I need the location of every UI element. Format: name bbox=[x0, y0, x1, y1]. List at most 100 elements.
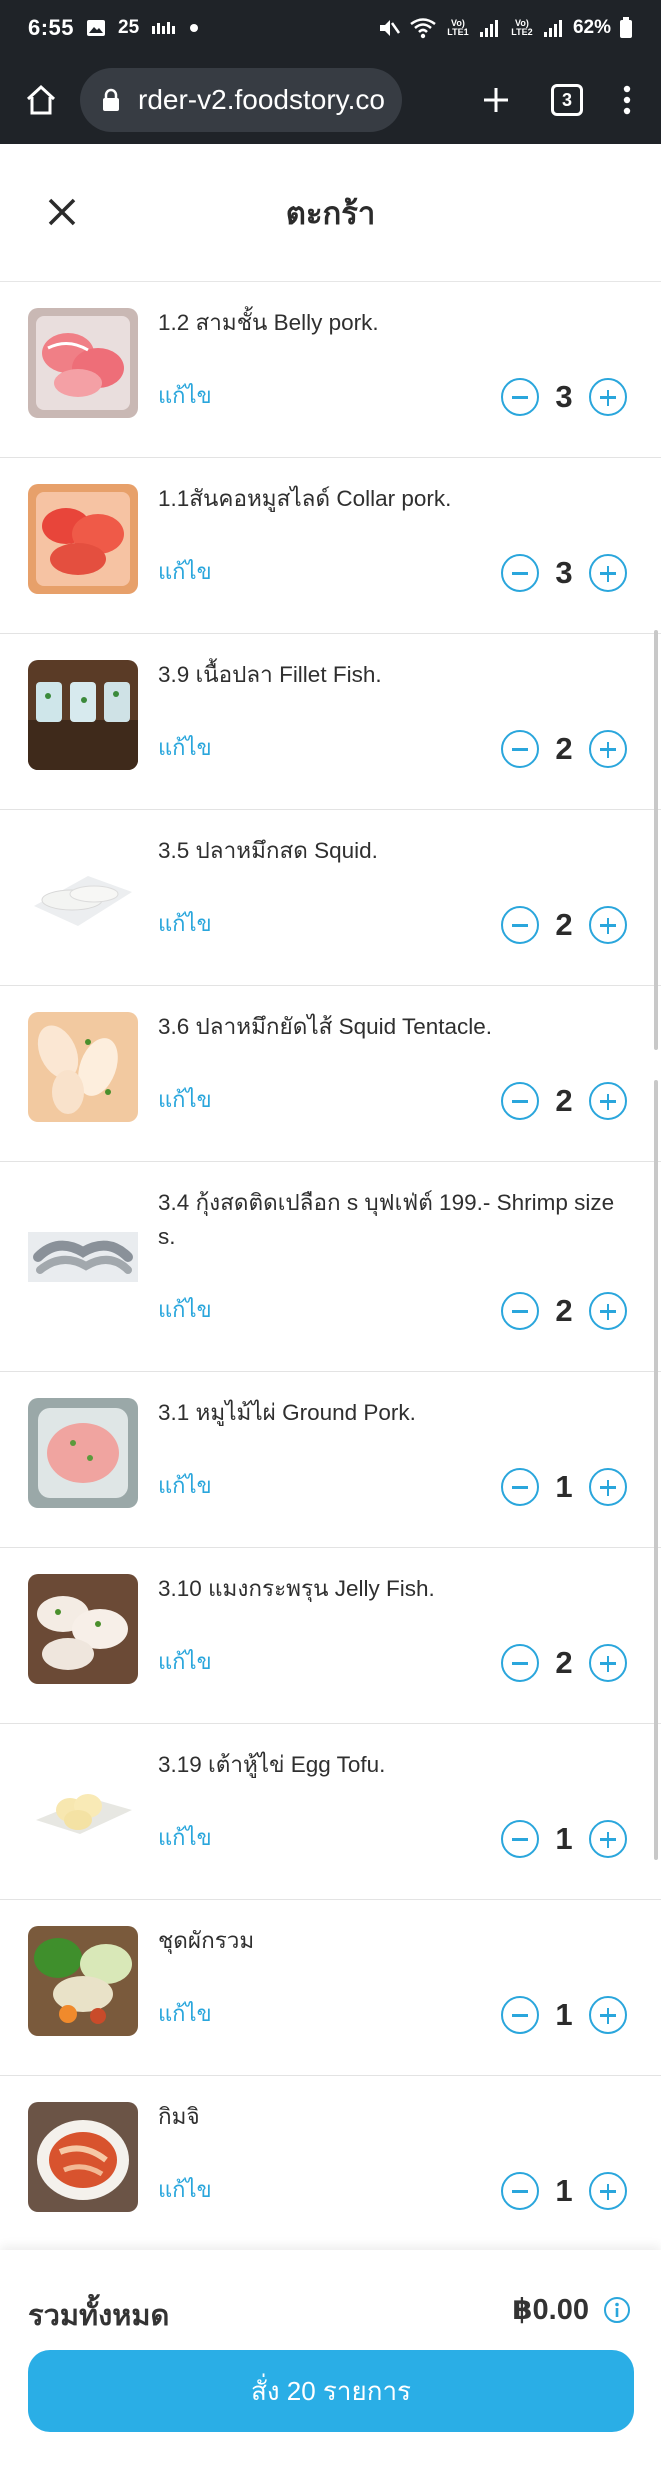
cart-item: ชุดผักรวม แก้ไข 1 bbox=[0, 1900, 661, 2076]
lte2-label: Vo) LTE2 bbox=[511, 18, 533, 37]
item-image-collar-pork bbox=[28, 484, 138, 594]
item-name: 3.5 ปลาหมึกสด Squid. bbox=[158, 838, 378, 863]
cart-item: 3.5 ปลาหมึกสด Squid. แก้ไข 2 bbox=[0, 810, 661, 986]
quantity-value: 3 bbox=[555, 379, 573, 414]
edit-link[interactable]: แก้ไข bbox=[158, 378, 212, 413]
decrease-quantity-button[interactable] bbox=[501, 906, 539, 944]
edit-link[interactable]: แก้ไข bbox=[158, 1082, 212, 1117]
item-image-fillet-fish bbox=[28, 660, 138, 770]
status-time: 6:55 bbox=[28, 15, 75, 40]
increase-quantity-button[interactable] bbox=[589, 2172, 627, 2210]
decrease-quantity-button[interactable] bbox=[501, 1292, 539, 1330]
voicemail-icon bbox=[151, 20, 177, 36]
wifi-icon bbox=[409, 17, 437, 39]
item-name: 3.19 เต้าหู้ไข่ Egg Tofu. bbox=[158, 1752, 386, 1777]
decrease-quantity-button[interactable] bbox=[501, 1644, 539, 1682]
cart-item: 3.6 ปลาหมึกยัดไส้ Squid Tentacle. แก้ไข … bbox=[0, 986, 661, 1162]
quantity-value: 1 bbox=[555, 1821, 573, 1856]
cart-item: 3.1 หมูไม้ไผ่ Ground Pork. แก้ไข 1 bbox=[0, 1372, 661, 1548]
item-name: 1.2 สามชั้น Belly pork. bbox=[158, 310, 379, 335]
quantity-value: 2 bbox=[555, 1083, 573, 1118]
edit-link[interactable]: แก้ไข bbox=[158, 2172, 212, 2207]
item-name: ชุดผักรวม bbox=[158, 1928, 255, 1953]
quantity-stepper: 1 bbox=[501, 2172, 627, 2210]
edit-link[interactable]: แก้ไข bbox=[158, 730, 212, 765]
close-icon[interactable] bbox=[42, 192, 82, 232]
quantity-value: 1 bbox=[555, 1997, 573, 2032]
increase-quantity-button[interactable] bbox=[589, 378, 627, 416]
place-order-button[interactable]: สั่ง 20 รายการ bbox=[28, 2350, 634, 2432]
increase-quantity-button[interactable] bbox=[589, 730, 627, 768]
edit-link[interactable]: แก้ไข bbox=[158, 1468, 212, 1503]
cart-item: 1.1สันคอหมูสไลด์ Collar pork. แก้ไข 3 bbox=[0, 458, 661, 634]
scrollbar[interactable] bbox=[654, 630, 658, 1050]
decrease-quantity-button[interactable] bbox=[501, 1820, 539, 1858]
edit-link[interactable]: แก้ไข bbox=[158, 906, 212, 941]
item-name: 1.1สันคอหมูสไลด์ Collar pork. bbox=[158, 486, 452, 511]
browser-toolbar: rder-v2.foodstory.co 3 bbox=[0, 56, 661, 144]
increase-quantity-button[interactable] bbox=[589, 906, 627, 944]
address-bar[interactable]: rder-v2.foodstory.co bbox=[80, 68, 402, 132]
increase-quantity-button[interactable] bbox=[589, 554, 627, 592]
edit-link[interactable]: แก้ไข bbox=[158, 1820, 212, 1855]
decrease-quantity-button[interactable] bbox=[501, 1996, 539, 2034]
scrollbar[interactable] bbox=[654, 1080, 658, 1860]
increase-quantity-button[interactable] bbox=[589, 1996, 627, 2034]
info-icon[interactable] bbox=[603, 2296, 631, 2324]
item-name: 3.10 แมงกระพรุน Jelly Fish. bbox=[158, 1576, 435, 1601]
decrease-quantity-button[interactable] bbox=[501, 1082, 539, 1120]
increase-quantity-button[interactable] bbox=[589, 1820, 627, 1858]
quantity-stepper: 3 bbox=[501, 554, 627, 592]
cart-item: 1.2 สามชั้น Belly pork. แก้ไข 3 bbox=[0, 282, 661, 458]
more-options-icon[interactable] bbox=[623, 85, 631, 115]
decrease-quantity-button[interactable] bbox=[501, 730, 539, 768]
increase-quantity-button[interactable] bbox=[589, 1644, 627, 1682]
lte1-label: Vo) LTE1 bbox=[447, 18, 469, 37]
signal1-icon bbox=[479, 18, 501, 38]
quantity-stepper: 2 bbox=[501, 1292, 627, 1330]
cart-item: กิมจิ แก้ไข 1 bbox=[0, 2076, 661, 2252]
edit-link[interactable]: แก้ไข bbox=[158, 1644, 212, 1679]
item-image-squid-tentacle bbox=[28, 1012, 138, 1122]
decrease-quantity-button[interactable] bbox=[501, 378, 539, 416]
item-name: 3.6 ปลาหมึกยัดไส้ Squid Tentacle. bbox=[158, 1014, 493, 1039]
quantity-stepper: 1 bbox=[501, 1996, 627, 2034]
quantity-stepper: 2 bbox=[501, 1644, 627, 1682]
quantity-value: 1 bbox=[555, 2173, 573, 2208]
increase-quantity-button[interactable] bbox=[589, 1082, 627, 1120]
decrease-quantity-button[interactable] bbox=[501, 1468, 539, 1506]
quantity-value: 2 bbox=[555, 1645, 573, 1680]
quantity-value: 2 bbox=[555, 1293, 573, 1328]
item-image-jelly-fish bbox=[28, 1574, 138, 1684]
quantity-stepper: 2 bbox=[501, 1082, 627, 1120]
lock-icon bbox=[102, 88, 120, 112]
home-icon[interactable] bbox=[24, 83, 58, 117]
cart-footer: รวมทั้งหมด ฿0.00 สั่ง 20 รายการ bbox=[0, 2250, 661, 2475]
edit-link[interactable]: แก้ไข bbox=[158, 1996, 212, 2031]
total-value: ฿0.00 bbox=[512, 2294, 589, 2326]
cart-item: 3.9 เนื้อปลา Fillet Fish. แก้ไข 2 bbox=[0, 634, 661, 810]
url-text: rder-v2.foodstory.co bbox=[138, 84, 385, 115]
cart-item: 3.19 เต้าหู้ไข่ Egg Tofu. แก้ไข 1 bbox=[0, 1724, 661, 1900]
item-image-belly-pork bbox=[28, 308, 138, 418]
quantity-value: 2 bbox=[555, 907, 573, 942]
increase-quantity-button[interactable] bbox=[589, 1292, 627, 1330]
quantity-value: 2 bbox=[555, 731, 573, 766]
new-tab-icon[interactable] bbox=[481, 85, 511, 115]
quantity-stepper: 3 bbox=[501, 378, 627, 416]
total-label: รวมทั้งหมด bbox=[28, 2300, 170, 2332]
item-name: 3.9 เนื้อปลา Fillet Fish. bbox=[158, 662, 382, 687]
tab-switcher-button[interactable]: 3 bbox=[551, 84, 583, 116]
quantity-stepper: 2 bbox=[501, 906, 627, 944]
edit-link[interactable]: แก้ไข bbox=[158, 1292, 212, 1327]
decrease-quantity-button[interactable] bbox=[501, 2172, 539, 2210]
cart-header: ตะกร้า bbox=[0, 144, 661, 282]
decrease-quantity-button[interactable] bbox=[501, 554, 539, 592]
increase-quantity-button[interactable] bbox=[589, 1468, 627, 1506]
page-title: ตะกร้า bbox=[285, 195, 376, 231]
status-bar: 6:55 25 Vo) LTE1 Vo) LTE2 62% bbox=[0, 0, 661, 56]
edit-link[interactable]: แก้ไข bbox=[158, 554, 212, 589]
mute-icon bbox=[377, 17, 401, 39]
quantity-stepper: 1 bbox=[501, 1468, 627, 1506]
cart-item: 3.10 แมงกระพรุน Jelly Fish. แก้ไข 2 bbox=[0, 1548, 661, 1724]
